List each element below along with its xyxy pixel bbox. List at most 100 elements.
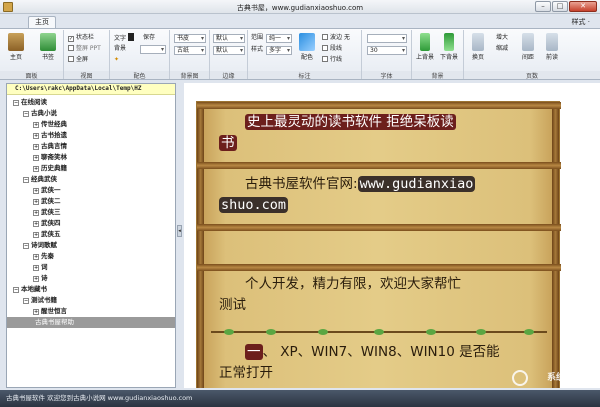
tree-item[interactable]: − 经典武侠 — [23, 174, 57, 185]
bookmark-button[interactable]: 书签 — [38, 33, 58, 61]
tree-item[interactable]: + 历史典籍 — [33, 163, 67, 174]
border-select-2[interactable]: 默认 — [213, 46, 245, 55]
tree-expander-icon[interactable]: + — [33, 166, 39, 172]
tree-expander-icon[interactable]: + — [33, 155, 39, 161]
tree-item-label: 聊斋笑林 — [41, 153, 67, 161]
tab-main[interactable]: 主页 — [28, 16, 56, 28]
tree-item-label: 武侠一 — [41, 186, 61, 194]
tree-expander-icon[interactable]: − — [23, 298, 29, 304]
shrink-button[interactable]: 缩减 — [496, 44, 508, 54]
tree-item[interactable]: − 古典小说 — [23, 108, 57, 119]
tree-expander-icon[interactable]: + — [33, 210, 39, 216]
tree-expander-icon[interactable]: + — [33, 265, 39, 271]
home-button[interactable]: 主页 — [6, 33, 26, 61]
group-label-font: 字体 — [362, 71, 411, 80]
tree-item[interactable]: − 测试书籍 — [23, 295, 57, 306]
tree-item[interactable]: + 先秦 — [33, 251, 54, 262]
tree-expander-icon[interactable]: + — [33, 122, 39, 128]
tree-item[interactable]: + 传世经典 — [33, 119, 67, 130]
enlarge-button[interactable]: 增大 — [496, 33, 508, 43]
book-tree[interactable]: C:\Users\rakc\AppData\Local\Temp\HZ − 在线阅… — [6, 83, 176, 388]
bgimage-select-2[interactable]: 古纸 — [174, 46, 206, 55]
wave-toggle[interactable]: 波边 无 — [322, 33, 350, 43]
paragraph-4-line-2: 正常打开 — [219, 365, 273, 381]
tree-item-label: 历史典籍 — [41, 164, 67, 172]
tree-item[interactable]: + 醒世恒言 — [33, 306, 67, 317]
tree-expander-icon[interactable]: + — [33, 276, 39, 282]
tree-item[interactable]: + 武侠四 — [33, 218, 61, 229]
range-select[interactable]: 纯一 — [266, 34, 292, 43]
background-color-picker[interactable]: 背景 — [114, 44, 126, 54]
underline-checkbox[interactable] — [322, 45, 328, 51]
bgimage-select-1[interactable]: 书皮 — [174, 34, 206, 43]
tree-item[interactable]: + 聊斋笑林 — [33, 152, 67, 163]
bookmark-button-label: 书签 — [41, 54, 54, 61]
tree-item[interactable]: − 本地藏书 — [13, 284, 47, 295]
tree-item[interactable]: + 武侠二 — [33, 196, 61, 207]
tree-item[interactable]: − 诗词歌赋 — [23, 240, 57, 251]
arrow-up-icon — [420, 33, 430, 51]
wave-checkbox[interactable] — [322, 34, 328, 40]
tree-expander-icon[interactable]: + — [33, 133, 39, 139]
tts-toggle[interactable]: 整屏 PPT — [68, 44, 101, 54]
prev-background-button[interactable]: 上背景 — [415, 33, 435, 61]
website-link-continued[interactable]: shuo.com — [219, 197, 289, 213]
tree-expander-icon[interactable]: − — [23, 111, 29, 117]
tree-item-label: 诗 — [41, 274, 48, 282]
tree-expander-icon[interactable]: + — [33, 188, 39, 194]
style-select[interactable]: 多字 — [266, 46, 292, 55]
maximize-button[interactable]: □ — [552, 1, 568, 12]
tree-expander-icon[interactable]: + — [33, 144, 39, 150]
font-size-select[interactable]: 30 — [367, 46, 407, 55]
border-select-1[interactable]: 默认 — [213, 34, 245, 43]
turn-page-button[interactable]: 换页 — [467, 33, 489, 61]
tree-expander-icon[interactable]: − — [23, 177, 29, 183]
minimize-button[interactable]: – — [535, 1, 551, 12]
style-menu[interactable]: 样式 · — [572, 17, 590, 27]
tree-expander-icon[interactable]: − — [13, 100, 19, 106]
title-bar: 古典书屋，www.gudianxiaoshuo.com – □ ✕ — [0, 0, 600, 14]
reading-area[interactable]: 史上最灵动的读书软件 拒绝呆板读 书 古典书屋软件官网: www.gudianxi… — [184, 83, 600, 388]
tree-expander-icon[interactable]: + — [33, 199, 39, 205]
tree-item[interactable]: + 武侠一 — [33, 185, 61, 196]
tree-item-label: 词 — [41, 263, 48, 271]
tree-item[interactable]: + 词 — [33, 262, 48, 273]
reading-icon — [546, 33, 558, 51]
tree-item[interactable]: + 武侠三 — [33, 207, 61, 218]
next-background-button[interactable]: 下背景 — [439, 33, 459, 61]
tree-expander-icon[interactable]: − — [23, 243, 29, 249]
tts-checkbox[interactable] — [68, 45, 74, 51]
tree-expander-icon[interactable]: + — [33, 309, 39, 315]
tree-item[interactable]: + 古书拾遗 — [33, 130, 67, 141]
magic-wand-icon[interactable]: ✦ — [114, 55, 119, 65]
spacing-icon — [522, 33, 534, 51]
fullscreen-toggle[interactable]: 全屏 — [68, 55, 88, 65]
prev-page-button[interactable]: 前读 — [540, 33, 564, 61]
tree-expander-icon[interactable]: + — [33, 232, 39, 238]
save-color-button[interactable]: 保存 — [143, 33, 155, 43]
tree-item[interactable]: + 武侠五 — [33, 229, 61, 240]
underline-toggle[interactable]: 段线 — [322, 44, 342, 54]
lineline-checkbox[interactable] — [322, 56, 328, 62]
paragraph-4: 一、 XP、WIN7、WIN8、WIN10 是否能 正常打开 — [219, 342, 531, 384]
lineline-toggle[interactable]: 行线 — [322, 55, 342, 65]
statusbar-checkbox[interactable]: ✓ — [68, 36, 74, 42]
tree-item[interactable]: − 在线阅读 — [13, 97, 47, 108]
tree-item-selected[interactable]: 古典书屋帮助 — [7, 317, 175, 328]
tree-expander-icon[interactable]: − — [13, 287, 19, 293]
splitter-collapse-arrow[interactable]: ◂ — [177, 225, 182, 237]
font-family-select[interactable] — [367, 34, 407, 43]
text-color-picker[interactable]: 文字 — [114, 33, 134, 43]
statusbar-toggle[interactable]: ✓ 状态栏 — [68, 33, 94, 43]
tree-expander-icon[interactable]: + — [33, 254, 39, 260]
interval-button[interactable]: 间距 — [516, 33, 540, 61]
annotation-color-button[interactable]: 配色 — [297, 33, 317, 61]
group-bgimage: 书皮 古纸 背景图 — [170, 30, 210, 80]
close-button[interactable]: ✕ — [569, 1, 597, 12]
tree-item[interactable]: + 诗 — [33, 273, 48, 284]
tree-expander-icon[interactable]: + — [33, 221, 39, 227]
website-link[interactable]: www.gudianxiao — [357, 176, 476, 192]
color-scheme-select[interactable] — [140, 45, 166, 54]
fullscreen-checkbox[interactable] — [68, 56, 74, 62]
tree-item[interactable]: + 古典言情 — [33, 141, 67, 152]
